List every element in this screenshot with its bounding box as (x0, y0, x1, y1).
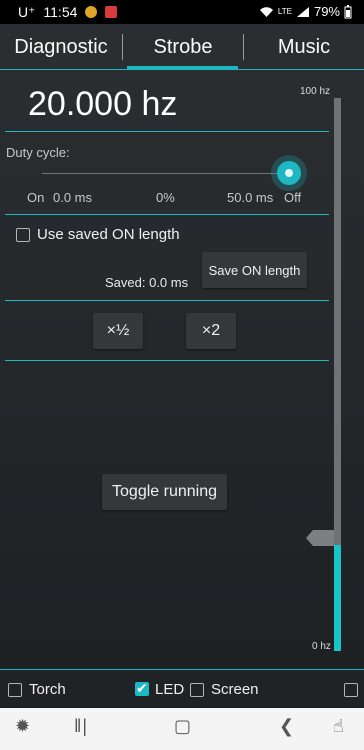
use-saved-on-length-label: Use saved ON length (37, 226, 180, 243)
divider (5, 131, 329, 132)
tab-diagnostic[interactable]: Diagnostic (0, 24, 122, 70)
message-notification-icon (85, 6, 98, 18)
tab-strobe[interactable]: Strobe (123, 24, 243, 70)
recent-apps-icon[interactable]: ‖| (74, 716, 88, 737)
frequency-slider-handle[interactable] (306, 530, 334, 546)
save-on-length-button[interactable]: Save ON length (202, 252, 307, 288)
frequency-max-label: 100 hz (300, 86, 331, 97)
frequency-slider-fill (334, 545, 341, 651)
divider (5, 360, 329, 361)
off-label: Off (284, 190, 302, 205)
battery-icon (344, 4, 352, 18)
screen-checkbox[interactable] (190, 683, 204, 697)
on-label: On (27, 190, 45, 205)
frequency-readout: 20.000 hz (28, 85, 178, 123)
frequency-min-label: 0 hz (312, 641, 331, 652)
duty-cycle-slider-thumb[interactable] (277, 161, 301, 185)
duty-percent: 0% (156, 190, 175, 205)
home-icon[interactable]: ▢ (174, 716, 191, 737)
led-checkbox[interactable] (135, 680, 149, 697)
battery-percent: 79% (313, 4, 340, 19)
tab-bar: Diagnostic Strobe Music (0, 24, 364, 70)
status-left: U⁺ 11:54 (18, 4, 118, 21)
divider (5, 214, 329, 215)
selected-tab-indicator (127, 66, 238, 70)
screen-label: Screen (211, 681, 259, 698)
network-type: LTE (277, 7, 292, 16)
half-frequency-button[interactable]: ×½ (93, 313, 143, 349)
duty-cycle-slider-track[interactable] (42, 173, 288, 174)
use-saved-on-length-checkbox[interactable] (16, 228, 30, 242)
on-value: 0.0 ms (53, 190, 93, 205)
status-bar: U⁺ 11:54 LTE 79% (0, 0, 364, 24)
led-label: LED (155, 681, 185, 698)
carrier-label: U⁺ (18, 4, 36, 20)
accessibility-icon[interactable]: ✹ (15, 716, 30, 737)
wifi-icon (259, 6, 273, 17)
torch-checkbox[interactable] (8, 683, 22, 697)
toggle-running-button[interactable]: Toggle running (102, 474, 227, 510)
extra-checkbox[interactable] (344, 683, 358, 697)
off-value: 50.0 ms (227, 190, 274, 205)
announcement-notification-icon (105, 6, 118, 18)
back-icon[interactable]: ❮ (279, 716, 294, 737)
tab-music[interactable]: Music (244, 24, 364, 70)
saved-on-length-value: Saved: 0.0 ms (105, 275, 189, 290)
divider (5, 300, 329, 301)
double-frequency-button[interactable]: ×2 (186, 313, 236, 349)
signal-icon (296, 6, 309, 17)
assistant-icon[interactable]: ☝ (333, 716, 344, 737)
status-right: LTE 79% (259, 4, 352, 19)
torch-label: Torch (29, 681, 66, 698)
status-time: 11:54 (43, 4, 78, 20)
duty-cycle-label: Duty cycle: (6, 145, 70, 160)
